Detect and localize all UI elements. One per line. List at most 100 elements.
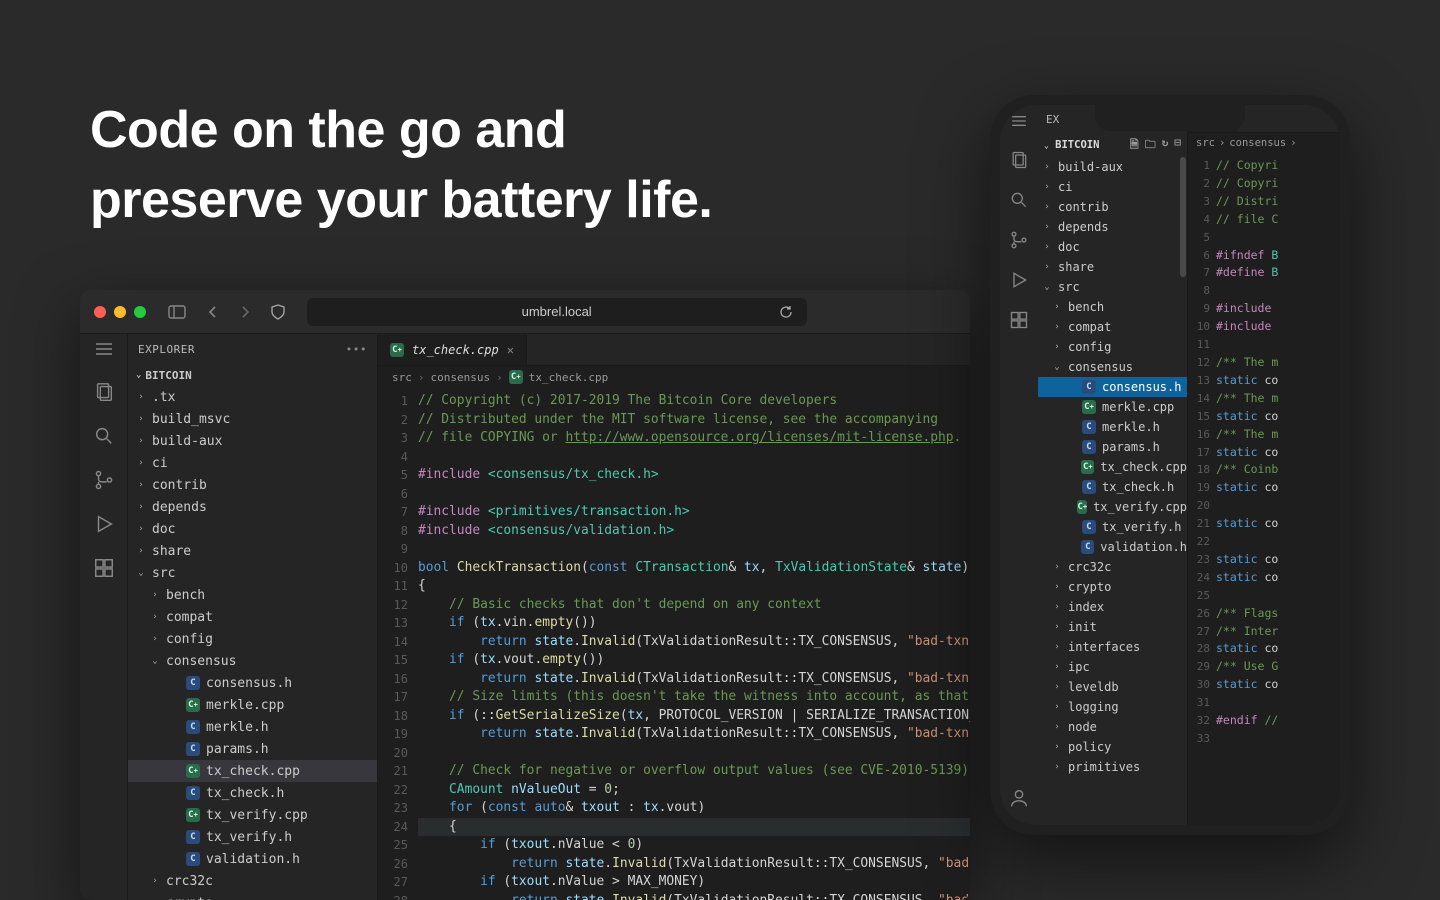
- code-line[interactable]: if (tx.vin.empty()): [418, 614, 970, 633]
- breadcrumb-segment[interactable]: consensus: [431, 371, 491, 384]
- code-line[interactable]: // Copyri: [1216, 175, 1340, 193]
- code-line[interactable]: // Basic checks that don't depend on any…: [418, 596, 970, 615]
- collapse-icon[interactable]: ⊟: [1174, 136, 1181, 155]
- file-consensus-h[interactable]: Cconsensus.h: [128, 672, 377, 694]
- folder-logging[interactable]: logging: [1038, 697, 1187, 717]
- folder-contrib[interactable]: contrib: [128, 474, 377, 496]
- code-line[interactable]: [418, 448, 970, 467]
- file-validation-h[interactable]: Cvalidation.h: [1038, 537, 1187, 557]
- code-line[interactable]: static co: [1216, 479, 1340, 497]
- file-merkle-h[interactable]: Cmerkle.h: [1038, 417, 1187, 437]
- code-area[interactable]: 1234567891011121314151617181920212223242…: [1188, 153, 1340, 825]
- code-line[interactable]: /** The m: [1216, 426, 1340, 444]
- new-file-icon[interactable]: 🗎: [1130, 136, 1139, 155]
- reload-icon[interactable]: [775, 305, 797, 319]
- folder-config[interactable]: config: [128, 628, 377, 650]
- code-line[interactable]: /** The m: [1216, 390, 1340, 408]
- close-dot-icon[interactable]: [94, 306, 106, 318]
- file-tx-check-h[interactable]: Ctx_check.h: [128, 782, 377, 804]
- back-icon[interactable]: [202, 305, 224, 319]
- file-tree[interactable]: build-auxcicontribdependsdocsharesrcbenc…: [1038, 157, 1187, 825]
- folder-bench[interactable]: bench: [1038, 297, 1187, 317]
- folder-build-msvc[interactable]: build_msvc: [128, 408, 377, 430]
- code-line[interactable]: if (txout.nValue < 0): [418, 836, 970, 855]
- code-line[interactable]: // Distri: [1216, 193, 1340, 211]
- folder-build-aux[interactable]: build-aux: [128, 430, 377, 452]
- folder-ci[interactable]: ci: [1038, 177, 1187, 197]
- folder-build-aux[interactable]: build-aux: [1038, 157, 1187, 177]
- folder-ipc[interactable]: ipc: [1038, 657, 1187, 677]
- new-folder-icon[interactable]: 🗀: [1145, 136, 1156, 155]
- file-tx-verify-h[interactable]: Ctx_verify.h: [128, 826, 377, 848]
- folder-crc32c[interactable]: crc32c: [1038, 557, 1187, 577]
- zoom-dot-icon[interactable]: [134, 306, 146, 318]
- file-tx-check-cpp[interactable]: C+tx_check.cpp: [1038, 457, 1187, 477]
- scrollbar-thumb[interactable]: [1180, 157, 1186, 277]
- project-header[interactable]: ⌄ BITCOIN 🗎 🗀 ↻ ⊟: [1038, 133, 1187, 157]
- folder-contrib[interactable]: contrib: [1038, 197, 1187, 217]
- shield-icon[interactable]: [267, 304, 289, 320]
- code-line[interactable]: [1216, 497, 1340, 515]
- code-line[interactable]: return state.Invalid(TxValidationResult:…: [418, 855, 970, 874]
- breadcrumb-segment[interactable]: src: [392, 371, 412, 384]
- folder-src[interactable]: src: [1038, 277, 1187, 297]
- code-line[interactable]: /** The m: [1216, 354, 1340, 372]
- menu-icon[interactable]: [95, 342, 113, 359]
- code-area[interactable]: 1234567891011121314151617181920212223242…: [378, 388, 970, 900]
- code-line[interactable]: // Size limits (this doesn't take the wi…: [418, 688, 970, 707]
- file-merkle-cpp[interactable]: C+merkle.cpp: [128, 694, 377, 716]
- folder-bench[interactable]: bench: [128, 584, 377, 606]
- file-params-h[interactable]: Cparams.h: [1038, 437, 1187, 457]
- folder-share[interactable]: share: [1038, 257, 1187, 277]
- breadcrumb-segment[interactable]: src: [1196, 137, 1215, 149]
- close-icon[interactable]: ✕: [507, 343, 514, 357]
- folder-depends[interactable]: depends: [1038, 217, 1187, 237]
- code-line[interactable]: return state.Invalid(TxValidationResult:…: [418, 725, 970, 744]
- code-line[interactable]: /** Flags: [1216, 605, 1340, 623]
- folder-index[interactable]: index: [1038, 597, 1187, 617]
- file-validation-h[interactable]: Cvalidation.h: [128, 848, 377, 870]
- sidebar-toggle-icon[interactable]: [166, 305, 188, 319]
- folder-interfaces[interactable]: interfaces: [1038, 637, 1187, 657]
- explorer-icon[interactable]: [93, 381, 115, 403]
- project-header[interactable]: ⌄ BITCOIN: [128, 364, 377, 386]
- file-consensus-h[interactable]: Cconsensus.h: [1038, 377, 1187, 397]
- folder-node[interactable]: node: [1038, 717, 1187, 737]
- code-line[interactable]: [1216, 587, 1340, 605]
- code-line[interactable]: // Check for negative or overflow output…: [418, 762, 970, 781]
- folder-policy[interactable]: policy: [1038, 737, 1187, 757]
- code-line[interactable]: if (txout.nValue > MAX_MONEY): [418, 873, 970, 892]
- code-lines[interactable]: // Copyri// Copyri// Distri// file C #if…: [1216, 153, 1340, 825]
- tab-tx-check[interactable]: C+ tx_check.cpp ✕: [378, 334, 527, 365]
- search-icon[interactable]: [1009, 190, 1029, 210]
- explorer-more-icon[interactable]: •••: [346, 343, 367, 356]
- code-line[interactable]: static co: [1216, 372, 1340, 390]
- code-line[interactable]: [418, 744, 970, 763]
- code-line[interactable]: return state.Invalid(TxValidationResult:…: [418, 633, 970, 652]
- code-line[interactable]: // file C: [1216, 211, 1340, 229]
- code-line[interactable]: bool CheckTransaction(const CTransaction…: [418, 559, 970, 578]
- code-line[interactable]: static co: [1216, 515, 1340, 533]
- code-line[interactable]: #define B: [1216, 264, 1340, 282]
- code-line[interactable]: static co: [1216, 551, 1340, 569]
- folder-init[interactable]: init: [1038, 617, 1187, 637]
- folder-config[interactable]: config: [1038, 337, 1187, 357]
- menu-icon[interactable]: [1011, 115, 1027, 130]
- explorer-icon[interactable]: [1009, 150, 1029, 170]
- code-line[interactable]: #include <consensus/tx_check.h>: [418, 466, 970, 485]
- code-line[interactable]: {: [418, 818, 970, 837]
- code-line[interactable]: [1216, 229, 1340, 247]
- run-debug-icon[interactable]: [1009, 270, 1029, 290]
- code-line[interactable]: [1216, 730, 1340, 748]
- code-line[interactable]: // Distributed under the MIT software li…: [418, 411, 970, 430]
- file-merkle-cpp[interactable]: C+merkle.cpp: [1038, 397, 1187, 417]
- code-line[interactable]: return state.Invalid(TxValidationResult:…: [418, 892, 970, 900]
- code-line[interactable]: // file COPYING or http://www.opensource…: [418, 429, 970, 448]
- account-icon[interactable]: [1008, 787, 1030, 809]
- source-control-icon[interactable]: [1009, 230, 1029, 250]
- folder-consensus[interactable]: consensus: [1038, 357, 1187, 377]
- folder--tx[interactable]: .tx: [128, 386, 377, 408]
- source-control-icon[interactable]: [93, 469, 115, 491]
- code-line[interactable]: #include: [1216, 300, 1340, 318]
- code-line[interactable]: #include: [1216, 318, 1340, 336]
